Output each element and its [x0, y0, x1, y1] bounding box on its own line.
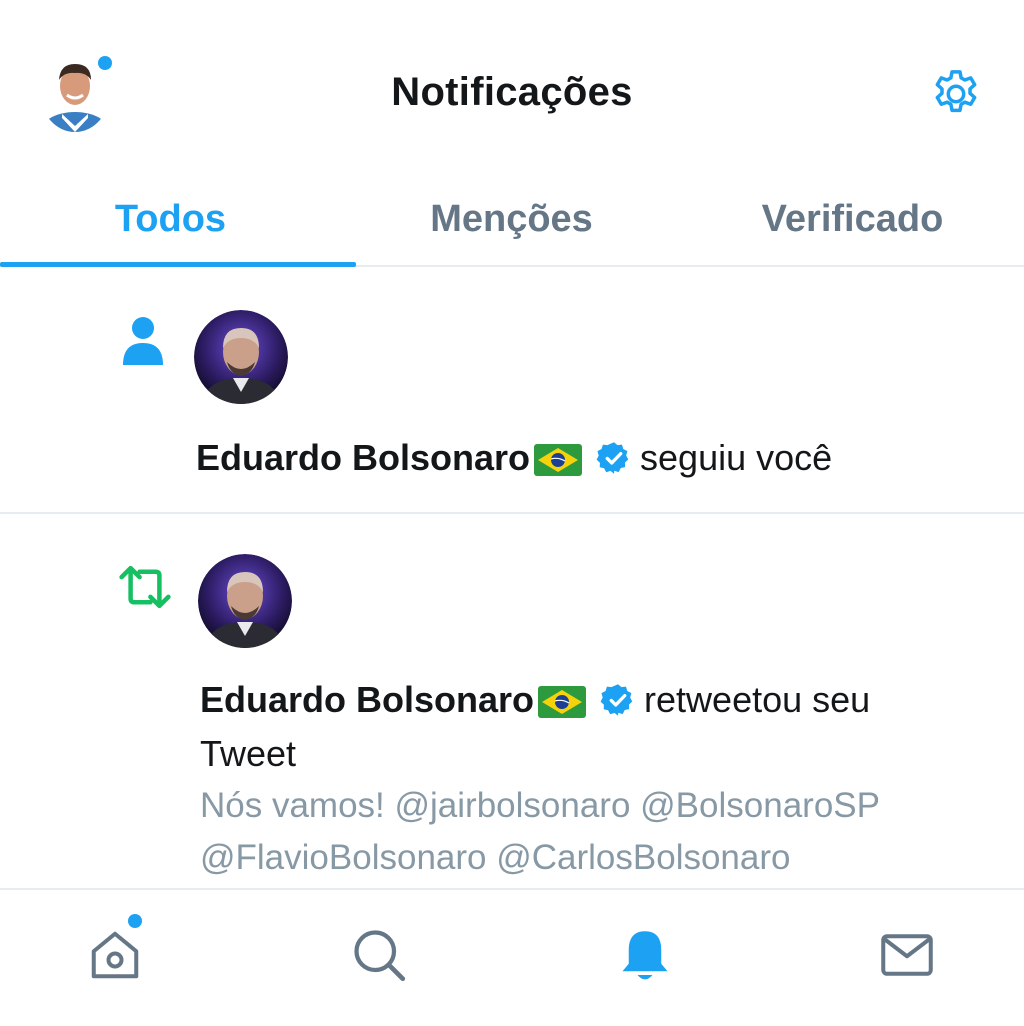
tab-mencoes[interactable]: Menções	[341, 184, 682, 254]
bottom-navigation	[0, 888, 1024, 1026]
actor-name[interactable]: Eduardo Bolsonaro	[200, 679, 534, 720]
action-text: seguiu você	[640, 437, 833, 478]
unread-dot	[98, 56, 112, 70]
tweet-text-line: @FlavioBolsonaro @CarlosBolsonaro	[200, 838, 791, 877]
tweet-text-line: Nós vamos! @jairbolsonaro @BolsonaroSP	[200, 786, 880, 825]
actor-avatar[interactable]	[194, 310, 288, 404]
notification-follow[interactable]: Eduardo Bolsonaro seguiu você	[0, 280, 1024, 514]
tab-bar: Todos Menções Verificado	[0, 170, 1024, 267]
action-text: retweetou seu	[644, 679, 871, 720]
notification-text: Eduardo Bolsonaro seguiu você	[196, 432, 832, 490]
tab-verificado[interactable]: Verificado	[682, 184, 1023, 254]
retweet-icon	[118, 560, 172, 614]
page-title: Notificações	[391, 70, 633, 114]
brazil-flag-icon	[538, 680, 587, 732]
nav-search-button[interactable]	[346, 922, 412, 988]
tweet-preview[interactable]: Nós vamos! @jairbolsonaro @BolsonaroSP @…	[200, 780, 1000, 884]
settings-button[interactable]	[924, 62, 988, 126]
nav-messages-button[interactable]	[874, 922, 940, 988]
nav-home-button[interactable]	[82, 922, 148, 988]
actor-name[interactable]: Eduardo Bolsonaro	[196, 437, 530, 478]
gear-icon	[935, 70, 977, 113]
notification-text: Eduardo Bolsonaro retweetou seu	[200, 674, 870, 732]
mail-icon	[881, 934, 933, 976]
home-unread-dot	[128, 914, 142, 928]
nav-notifications-button[interactable]	[612, 922, 678, 988]
header: Notificações	[0, 0, 1024, 170]
verified-badge-icon	[600, 680, 636, 732]
bell-icon	[622, 931, 668, 980]
notification-retweet[interactable]: Eduardo Bolsonaro retweetou seu Tweet Nós…	[0, 514, 1024, 890]
actor-avatar[interactable]	[198, 554, 292, 648]
search-icon	[354, 930, 406, 982]
action-text-continued: Tweet	[200, 733, 297, 774]
person-icon	[116, 314, 170, 368]
brazil-flag-icon	[534, 438, 583, 490]
tab-todos[interactable]: Todos	[0, 184, 341, 254]
verified-badge-icon	[596, 438, 632, 490]
active-tab-indicator	[0, 262, 356, 267]
home-icon	[91, 931, 139, 979]
